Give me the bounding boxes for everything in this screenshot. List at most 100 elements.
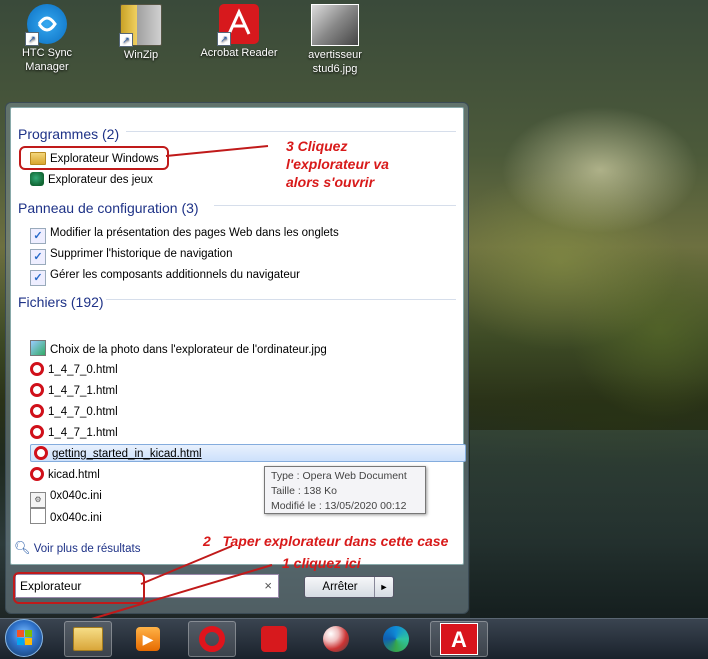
result-file[interactable]: 1_4_7_1.html <box>30 424 118 442</box>
result-file[interactable]: 0x040c.ini <box>30 508 102 526</box>
taskbar-file-explorer[interactable] <box>64 621 112 657</box>
folder-icon <box>73 627 103 651</box>
tooltip-size: Taille : 138 Ko <box>271 485 337 497</box>
result-label: Explorateur des jeux <box>48 174 153 186</box>
app-a-icon: A <box>440 623 478 655</box>
desktop-icon-acrobat[interactable]: ↗ Acrobat Reader <box>200 0 278 60</box>
opera-icon <box>30 404 44 418</box>
shutdown-options-arrow-icon[interactable]: ► <box>374 577 393 597</box>
desktop-icon-label: avertisseur stud6.jpg <box>308 49 362 75</box>
search-icon: 🔍︎ <box>14 540 31 555</box>
result-label: 1_4_7_0.html <box>48 364 118 376</box>
htc-sync-icon: ↗ <box>25 4 67 46</box>
result-label: Supprimer l'historique de navigation <box>50 248 233 260</box>
see-more-results-label: Voir plus de résultats <box>33 543 141 555</box>
result-file[interactable]: ⚙ 0x040c.ini <box>30 487 102 508</box>
group-divider <box>126 131 456 132</box>
result-explorateur-jeux[interactable]: Explorateur des jeux <box>30 171 153 189</box>
result-modifier-presentation[interactable]: ✓ Modifier la présentation des pages Web … <box>30 224 339 244</box>
result-file[interactable]: 1_4_7_0.html <box>30 361 118 379</box>
result-label: Explorateur Windows <box>50 153 159 165</box>
group-title-control-panel[interactable]: Panneau de configuration (3) <box>18 200 199 216</box>
tooltip-type: Type : Opera Web Document <box>271 470 407 482</box>
taskbar-acrobat[interactable] <box>250 621 298 657</box>
edge-icon <box>383 626 409 652</box>
result-explorateur-windows[interactable]: Explorateur Windows <box>30 150 159 168</box>
opera-icon <box>30 383 44 397</box>
tooltip-modified: Modifié le : 13/05/2020 00:12 <box>271 500 407 512</box>
shutdown-label[interactable]: Arrêter <box>305 577 375 597</box>
group-title-text: Panneau de configuration (3) <box>18 200 199 216</box>
result-file-selected[interactable]: getting_started_in_kicad.html <box>30 444 466 462</box>
taskbar-media-player[interactable]: ▶ <box>124 621 172 657</box>
control-panel-check-icon: ✓ <box>30 228 46 244</box>
group-title-text: Fichiers (192) <box>18 294 104 310</box>
group-title-files[interactable]: Fichiers (192) <box>18 294 104 310</box>
shortcut-arrow-icon: ↗ <box>217 32 231 46</box>
result-file[interactable]: 1_4_7_0.html <box>30 403 118 421</box>
acrobat-icon <box>261 626 287 652</box>
annotation-step3: 3 Cliquez l'explorateur va alors s'ouvri… <box>286 138 389 190</box>
result-file[interactable]: Choix de la photo dans l'explorateur de … <box>30 340 327 358</box>
desktop-icon-label: HTC Sync Manager <box>21 47 73 73</box>
result-label: 1_4_7_1.html <box>48 385 118 397</box>
image-file-icon <box>311 4 359 46</box>
desktop-icon-winzip[interactable]: ↗ WinZip <box>102 0 180 62</box>
paint-icon <box>323 626 349 652</box>
result-label: 1_4_7_0.html <box>48 406 118 418</box>
folder-icon <box>30 152 46 165</box>
windows-logo-icon <box>17 630 33 646</box>
winzip-icon: ↗ <box>119 4 162 47</box>
opera-icon <box>34 446 48 460</box>
desktop-icon-label: Acrobat Reader <box>200 47 278 59</box>
result-label: Modifier la présentation des pages Web d… <box>50 227 339 239</box>
wallpaper-water <box>470 430 708 618</box>
annotation-step2: 2 Taper explorateur dans cette case <box>203 533 449 549</box>
result-label: Choix de la photo dans l'explorateur de … <box>50 344 327 356</box>
taskbar-edge[interactable] <box>372 621 420 657</box>
file-info-tooltip: Type : Opera Web Document Taille : 138 K… <box>264 466 426 514</box>
opera-icon <box>30 425 44 439</box>
image-file-icon <box>30 340 46 356</box>
result-file[interactable]: 1_4_7_1.html <box>30 382 118 400</box>
see-more-results-link[interactable]: 🔍︎ Voir plus de résultats <box>14 540 140 556</box>
desktop-icon-avertisseur[interactable]: avertisseur stud6.jpg <box>296 0 374 76</box>
ini-file-icon: ⚙ <box>30 492 46 508</box>
control-panel-check-icon: ✓ <box>30 249 46 265</box>
result-label: Gérer les composants additionnels du nav… <box>50 269 300 281</box>
taskbar: ▶ A <box>0 618 708 659</box>
clear-search-icon[interactable]: × <box>264 578 272 593</box>
media-player-icon: ▶ <box>136 627 160 651</box>
shortcut-arrow-icon: ↗ <box>119 33 133 47</box>
games-icon <box>30 172 44 186</box>
taskbar-app-a[interactable]: A <box>430 621 488 657</box>
control-panel-check-icon: ✓ <box>30 270 46 286</box>
desktop-icon-htc-sync[interactable]: ↗ HTC Sync Manager <box>8 0 86 74</box>
start-search-box[interactable]: × <box>15 574 279 598</box>
result-file[interactable]: kicad.html <box>30 466 100 484</box>
result-label: 0x040c.ini <box>50 512 102 524</box>
result-label: kicad.html <box>48 469 100 481</box>
result-supprimer-historique[interactable]: ✓ Supprimer l'historique de navigation <box>30 245 233 265</box>
group-divider <box>214 205 456 206</box>
result-gerer-composants[interactable]: ✓ Gérer les composants additionnels du na… <box>30 266 300 286</box>
start-button[interactable] <box>5 619 43 657</box>
result-label: 1_4_7_1.html <box>48 427 118 439</box>
shutdown-button[interactable]: Arrêter ► <box>304 576 394 598</box>
desktop-icon-label: WinZip <box>123 49 159 61</box>
file-icon <box>30 508 46 524</box>
annotation-step1: 1 cliquez ici <box>282 555 361 571</box>
acrobat-icon: ↗ <box>217 4 259 46</box>
group-title-programs[interactable]: Programmes (2) <box>18 126 119 142</box>
start-search-input[interactable] <box>20 577 250 595</box>
group-title-text: Programmes (2) <box>18 126 120 142</box>
taskbar-opera[interactable] <box>188 621 236 657</box>
taskbar-paint[interactable] <box>312 621 360 657</box>
shortcut-arrow-icon: ↗ <box>25 32 39 46</box>
opera-icon <box>30 467 44 481</box>
group-divider <box>106 299 456 300</box>
result-label: 0x040c.ini <box>50 490 102 502</box>
opera-icon <box>199 626 225 652</box>
opera-icon <box>30 362 44 376</box>
result-label: getting_started_in_kicad.html <box>52 448 202 460</box>
